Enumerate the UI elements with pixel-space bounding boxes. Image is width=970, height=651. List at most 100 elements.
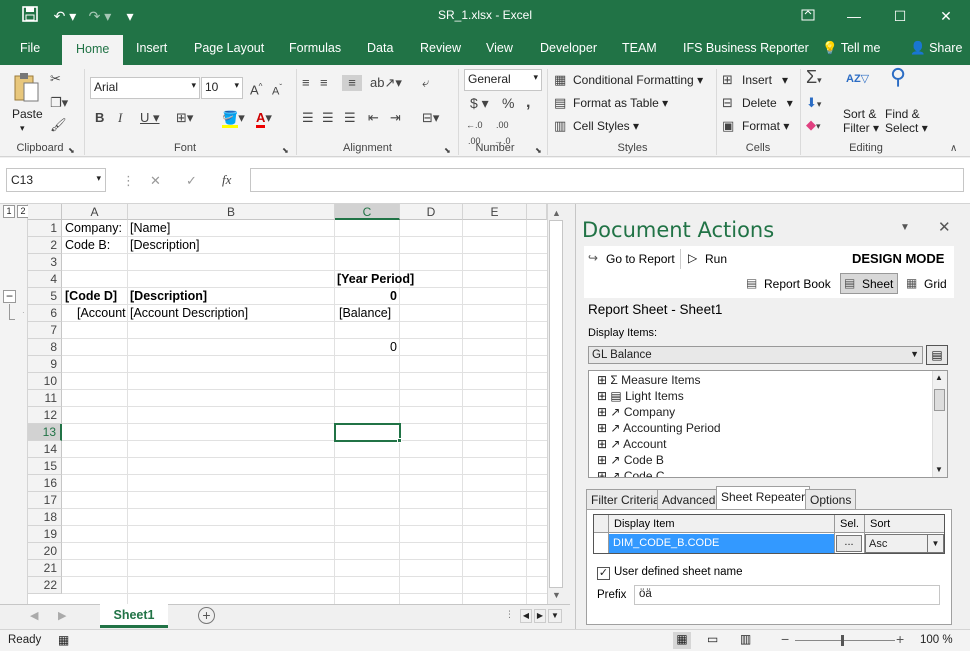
expand-icon[interactable]: ⊞: [597, 373, 607, 387]
zoom-in-icon[interactable]: +: [896, 631, 904, 647]
display-items-select[interactable]: GL Balance ▼: [588, 346, 923, 364]
percent-button[interactable]: %: [502, 95, 514, 111]
tab-advanced[interactable]: Advanced: [657, 489, 721, 509]
name-box[interactable]: C13 ▾: [6, 168, 106, 192]
row-header-14[interactable]: 14: [28, 441, 62, 458]
cell-a5[interactable]: [Code D]: [65, 288, 127, 305]
clipboard-launcher-icon[interactable]: ⬊: [68, 143, 75, 159]
clear-icon[interactable]: ◆▾: [806, 117, 821, 134]
delete-cells-button[interactable]: Delete ▾: [742, 96, 793, 110]
row-header-13[interactable]: 13: [28, 424, 62, 441]
column-header-c[interactable]: C: [335, 204, 400, 220]
enter-icon[interactable]: ✓: [186, 173, 197, 189]
paste-icon[interactable]: [12, 71, 40, 103]
fill-handle[interactable]: [397, 438, 402, 443]
cell-c8[interactable]: 0: [335, 339, 397, 356]
tree-item-accounting-period[interactable]: ⊞ ↗ Accounting Period: [597, 420, 721, 436]
pane-options-icon[interactable]: ▼: [900, 222, 910, 233]
row-header-19[interactable]: 19: [28, 526, 62, 543]
decrease-font-icon[interactable]: Aˇ: [272, 80, 282, 100]
conditional-formatting-button[interactable]: Conditional Formatting ▾: [573, 73, 703, 87]
add-sheet-icon[interactable]: +: [198, 607, 215, 624]
paste-button[interactable]: Paste: [12, 107, 43, 121]
tree-item-code-c[interactable]: ⊞ ↗ Code C: [597, 468, 665, 477]
row-header-3[interactable]: 3: [28, 254, 62, 271]
tree-scrollbar-thumb[interactable]: [934, 389, 945, 411]
align-bottom-icon[interactable]: ≡: [342, 75, 362, 91]
share-button[interactable]: 👤 Share: [910, 41, 962, 56]
bold-icon[interactable]: B: [95, 110, 104, 126]
row-header-5[interactable]: 5: [28, 288, 62, 305]
format-as-table-button[interactable]: Format as Table ▾: [573, 96, 668, 110]
tab-review[interactable]: Review: [420, 41, 461, 55]
comma-button[interactable]: ,: [526, 95, 530, 111]
tab-view[interactable]: View: [486, 41, 513, 55]
wrap-text-icon[interactable]: ⤶: [422, 75, 429, 91]
cell-b1[interactable]: [Name]: [130, 220, 170, 237]
increase-indent-icon[interactable]: ⇥: [390, 110, 401, 126]
tab-home[interactable]: Home: [62, 35, 124, 65]
grid-button[interactable]: Grid: [924, 277, 947, 291]
cell-b6[interactable]: [Account Description]: [130, 305, 248, 322]
sheet-scroll-menu-icon[interactable]: ⋮: [505, 609, 514, 620]
font-color-icon[interactable]: A▾: [256, 110, 272, 128]
sheet-tab-sheet1[interactable]: Sheet1: [100, 604, 168, 628]
orientation-icon[interactable]: ab↗▾: [370, 75, 402, 91]
underline-icon[interactable]: U ▾: [140, 110, 160, 126]
align-middle-icon[interactable]: ≡: [320, 75, 328, 91]
tab-team[interactable]: TEAM: [622, 41, 657, 55]
outline-collapse-button[interactable]: −: [3, 290, 16, 303]
tab-options[interactable]: Options: [805, 489, 857, 509]
column-header-e[interactable]: E: [463, 204, 527, 220]
font-size-select[interactable]: 10 ▾: [201, 77, 243, 99]
scroll-down-icon[interactable]: ▼: [935, 465, 943, 474]
run-button[interactable]: Run: [705, 252, 727, 266]
zoom-slider-thumb[interactable]: [841, 635, 844, 646]
display-items-tree[interactable]: ⊞ Σ Measure Items ⊞ ▤ Light Items ⊞ ↗ Co…: [588, 370, 948, 478]
column-header-a[interactable]: A: [62, 204, 128, 220]
zoom-level[interactable]: 100 %: [920, 634, 953, 646]
insert-cells-button[interactable]: Insert ▾: [742, 73, 788, 87]
row-header-4[interactable]: 4: [28, 271, 62, 288]
font-name-select[interactable]: Arial ▾: [90, 77, 200, 99]
expand-icon[interactable]: ⊞: [597, 421, 607, 435]
tab-formulas[interactable]: Formulas: [289, 41, 341, 55]
zoom-out-icon[interactable]: −: [781, 631, 789, 647]
cell-a1[interactable]: Company:: [65, 220, 129, 237]
collapse-ribbon-icon[interactable]: ∧: [950, 141, 957, 157]
expand-icon[interactable]: ⊞: [597, 437, 607, 451]
cell-b5[interactable]: [Description]: [130, 288, 207, 305]
find-select-button[interactable]: Find & Select ▾: [885, 107, 928, 135]
row-header-10[interactable]: 10: [28, 373, 62, 390]
prev-sheet-icon[interactable]: ◀: [30, 609, 38, 622]
cancel-icon[interactable]: ✕: [150, 173, 161, 189]
cut-icon[interactable]: ✂: [50, 71, 61, 87]
number-launcher-icon[interactable]: ⬊: [535, 143, 542, 159]
tab-insert[interactable]: Insert: [136, 41, 167, 55]
expand-icon[interactable]: ⊞: [597, 469, 607, 477]
cell-styles-button[interactable]: Cell Styles ▾: [573, 119, 639, 133]
fill-color-icon[interactable]: 🪣▾: [222, 110, 245, 128]
tab-file[interactable]: File: [20, 41, 40, 55]
maximize-icon[interactable]: ☐: [890, 6, 910, 26]
expand-icon[interactable]: ⊞: [597, 453, 607, 467]
scroll-up-icon[interactable]: ▲: [935, 373, 943, 382]
page-break-view-icon[interactable]: ▥: [740, 632, 751, 646]
row-header-17[interactable]: 17: [28, 492, 62, 509]
cell-c5[interactable]: 0: [335, 288, 397, 305]
tree-item-company[interactable]: ⊞ ↗ Company: [597, 404, 675, 420]
tree-item-measure-items[interactable]: ⊞ Σ Measure Items: [597, 372, 701, 388]
scrollbar-thumb[interactable]: [549, 220, 563, 588]
decrease-indent-icon[interactable]: ⇤: [368, 110, 379, 126]
page-layout-view-icon[interactable]: ▭: [707, 632, 718, 646]
tab-data[interactable]: Data: [367, 41, 393, 55]
tree-item-code-b[interactable]: ⊞ ↗ Code B: [597, 452, 664, 468]
user-defined-sheet-name-checkbox[interactable]: ✓: [597, 567, 610, 580]
row-header-6[interactable]: 6: [28, 305, 62, 322]
align-center-icon[interactable]: ☰: [322, 110, 334, 126]
select-button[interactable]: ...: [836, 535, 862, 552]
h-scroll-right-icon[interactable]: ▶: [534, 609, 546, 623]
sort-select[interactable]: Asc ▼: [865, 534, 944, 553]
scroll-down-icon[interactable]: ▼: [552, 590, 561, 600]
font-launcher-icon[interactable]: ⬊: [282, 143, 289, 159]
